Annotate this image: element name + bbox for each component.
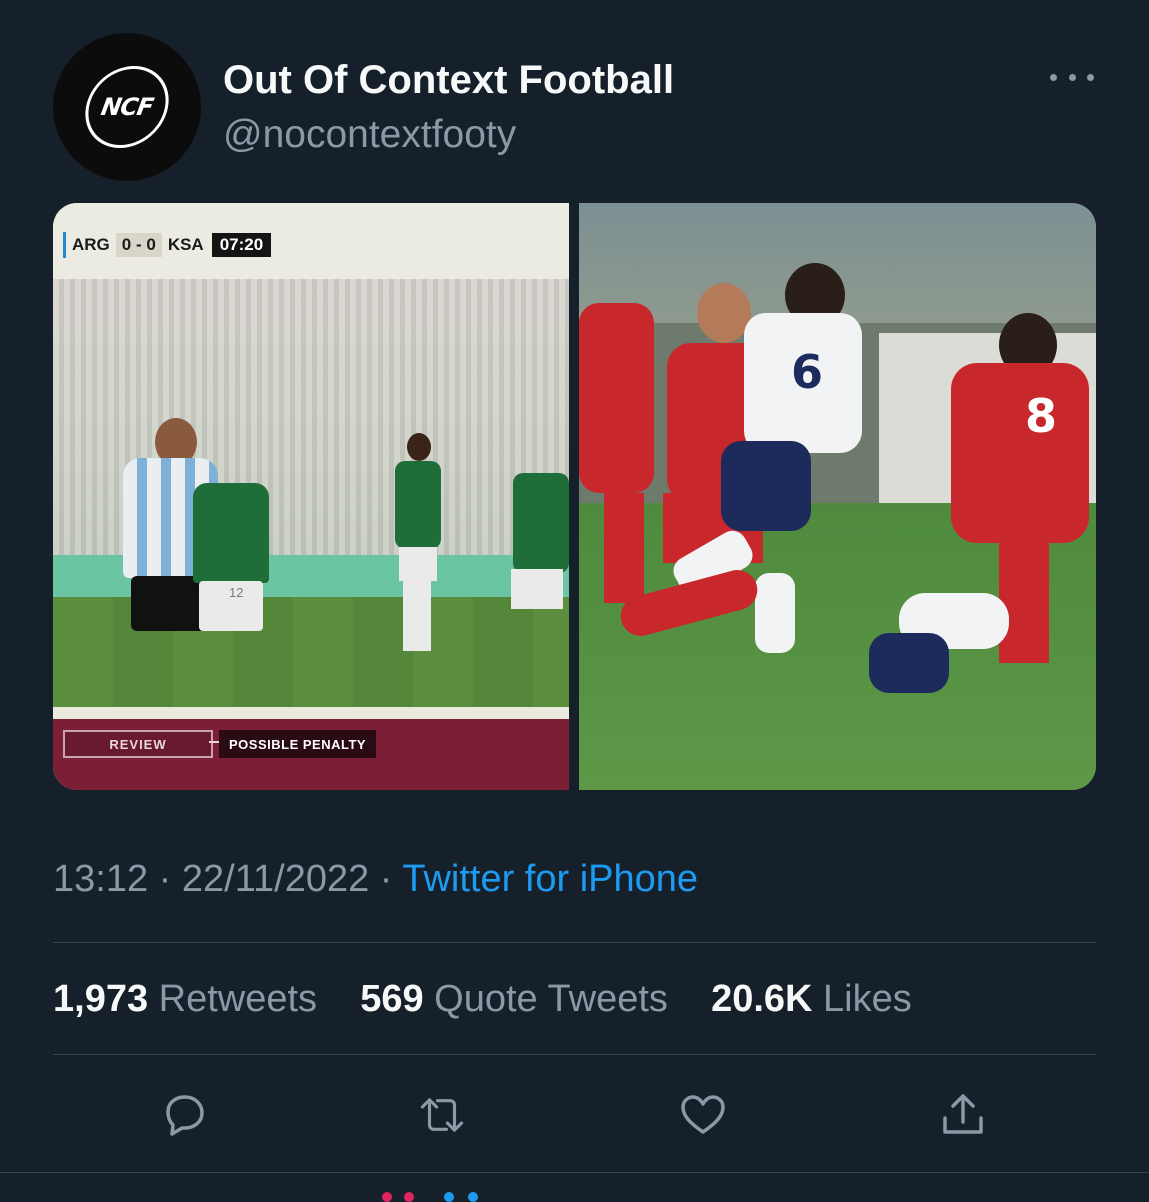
divider [53,942,1096,943]
emoji-peek [444,1192,454,1202]
share-button[interactable] [938,1092,988,1138]
review-label: REVIEW [63,730,213,758]
more-options-icon[interactable] [1050,62,1094,92]
quotes-count: 569 [360,978,424,1020]
var-banner-stripe [53,707,569,719]
avatar[interactable]: NCF [53,33,201,181]
tweet-date[interactable]: 22/11/2022 [182,858,369,900]
retweets-stat[interactable]: 1,973 Retweets [53,978,328,1020]
player-red-shirt [951,363,1089,543]
quotes-label: Quote Tweets [434,978,668,1020]
tweet-source[interactable]: Twitter for iPhone [402,858,698,900]
retweet-button[interactable] [417,1092,467,1138]
separator: · [148,858,182,900]
player-saudi [493,463,569,703]
emoji-peek [382,1192,392,1202]
player-shorts [511,569,563,609]
media-image-right[interactable]: 6 8 [579,203,1096,790]
media-image-left[interactable]: ARG 0 - 0 KSA 07:20 12 REVIEW POSSIBLE P… [53,203,569,790]
tweet-time[interactable]: 13:12 [53,858,148,900]
review-reason: POSSIBLE PENALTY [219,730,377,758]
player-shirt [513,473,569,573]
player-saudi [393,433,443,653]
shirt-number: 6 [791,345,824,399]
away-team: KSA [167,235,204,254]
dot [1068,73,1076,81]
retweet-icon [420,1098,464,1132]
emoji-peek [404,1192,414,1202]
scorebug: ARG 0 - 0 KSA 07:20 [63,232,272,258]
tweet-stats: 1,973 Retweets 569 Quote Tweets 20.6K Li… [53,978,912,1021]
like-icon [681,1095,725,1134]
player-head [407,433,431,461]
player-red-legs [999,543,1049,663]
home-team: ARG [72,235,110,254]
divider [0,1172,1149,1173]
shirt-number: 8 [1025,389,1058,443]
score: 0 - 0 [115,233,162,257]
reply-button[interactable] [158,1092,208,1138]
author-name[interactable]: Out Of Context Football [223,58,674,103]
player-legs [403,581,431,651]
quotes-stat[interactable]: 569 Quote Tweets [360,978,678,1020]
likes-label: Likes [823,978,912,1020]
shirt-number: 12 [229,585,244,600]
player-shirt [395,461,441,549]
player-navy-shorts [869,633,949,693]
player-red-shirt [579,303,654,493]
player-shorts [399,547,437,581]
tweet-media: ARG 0 - 0 KSA 07:20 12 REVIEW POSSIBLE P… [53,203,1096,790]
separator: · [369,858,403,900]
share-icon [943,1094,983,1134]
retweets-count: 1,973 [53,978,149,1020]
player-head [697,283,751,343]
author-handle[interactable]: @nocontextfooty [223,113,516,157]
retweets-label: Retweets [158,978,318,1020]
player-red-legs [604,493,644,603]
emoji-peek [468,1192,478,1202]
likes-stat[interactable]: 20.6K Likes [711,978,912,1020]
player-shirt [193,483,269,583]
player-navy-shorts [721,441,811,531]
reply-icon [166,1095,204,1136]
player-legs [755,573,795,653]
dot [1050,73,1057,81]
tweet-timestamp: 13:12 · 22/11/2022 · Twitter for iPhone [53,858,698,901]
dot [1087,73,1094,81]
likes-count: 20.6K [711,978,813,1020]
player-shorts: 12 [199,581,263,631]
like-button[interactable] [678,1092,728,1138]
avatar-logo-text: NCF [98,93,156,121]
ncf-logo: NCF [78,66,176,148]
player-saudi: 12 [193,463,273,693]
divider [53,1054,1096,1055]
match-clock: 07:20 [211,233,272,257]
